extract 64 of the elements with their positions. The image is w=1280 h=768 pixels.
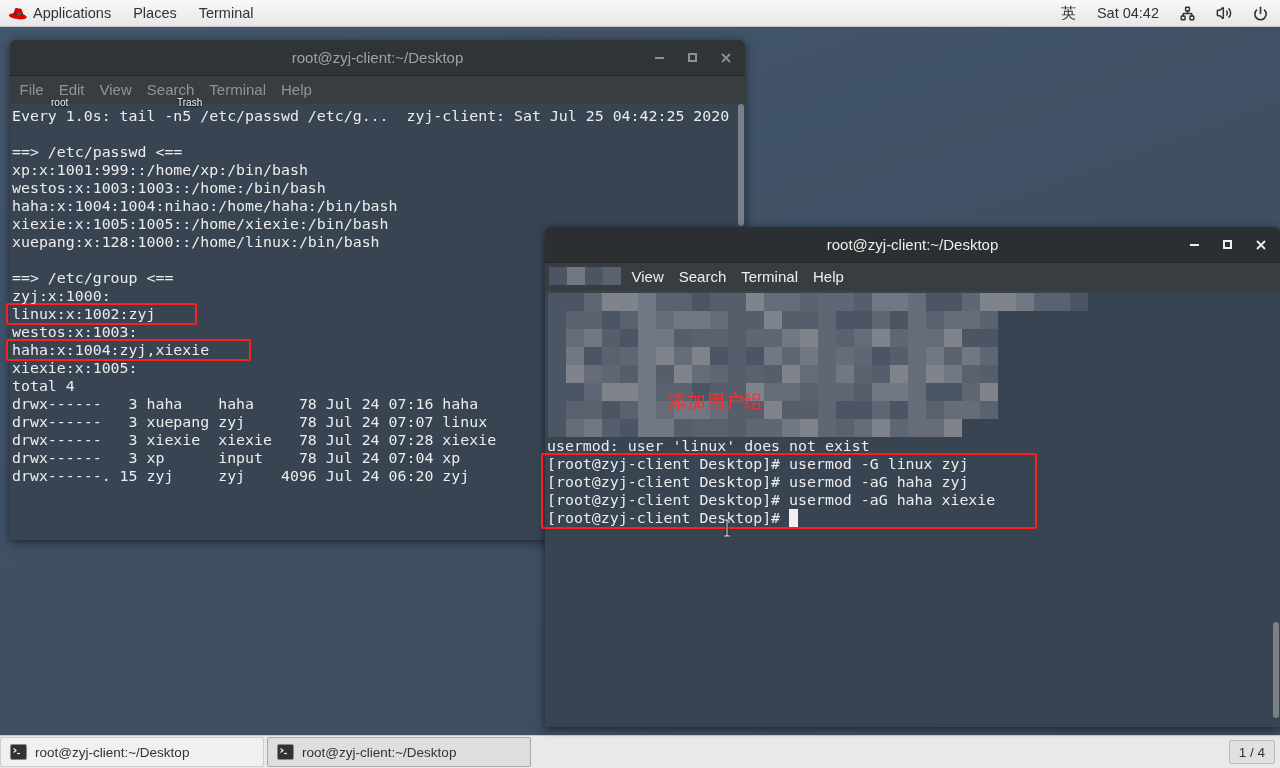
desktop-icon-label: Trash: [177, 98, 203, 107]
menu-item[interactable]: Terminal: [201, 82, 274, 98]
terminal-line: westos:x:1003:1003::/home:/bin/bash: [12, 179, 326, 197]
task-title: root@zyj-client:~/Desktop: [35, 744, 190, 760]
terminal-icon: [277, 744, 294, 760]
volume-icon[interactable]: [1216, 5, 1232, 21]
terminal-line: drwx------ 3 xuepang zyj 78 Jul 24 07:07 linux: [12, 413, 488, 431]
window-title: root@zyj-client:~/Desktop: [826, 236, 999, 253]
menu-item[interactable]: Search: [671, 269, 734, 285]
taskbar-button[interactable]: root@zyj-client:~/Desktop: [0, 737, 264, 767]
terminal-line: xuepang:x:128:1000::/home/linux:/bin/bash: [12, 233, 380, 251]
terminal-line: usermod: user 'linux' does not exist: [547, 437, 870, 455]
menu-item[interactable]: View: [624, 269, 672, 285]
maximize-icon: [688, 53, 697, 62]
terminal-line: drwx------ 3 haha haha 78 Jul 24 07:16 haha: [12, 395, 479, 413]
maximize-icon: [1223, 240, 1232, 249]
taskbar-button[interactable]: root@zyj-client:~/Desktop: [267, 737, 531, 767]
workspace-switcher[interactable]: 1 / 4: [1228, 740, 1275, 764]
terminal-icon: [10, 744, 27, 760]
hat-icon: [8, 6, 28, 20]
mosaic-drawing: [549, 267, 621, 287]
desktop-icon-label: root: [51, 98, 69, 107]
menu-item[interactable]: View: [92, 82, 140, 98]
menu-item[interactable]: Help: [273, 82, 320, 98]
terminal-line: ==> /etc/passwd <==: [12, 143, 183, 161]
clock[interactable]: Sat 04:42: [1096, 4, 1159, 22]
window-title: root@zyj-client:~/Desktop: [291, 49, 464, 66]
close-icon: [1255, 239, 1266, 250]
menu-item[interactable]: Edit: [51, 82, 93, 98]
terminal-line: ==> /etc/group <==: [12, 269, 174, 287]
terminal-line: zyj:x:1000:: [12, 287, 111, 305]
terminal-line: drwx------. 15 zyj zyj 4096 Jul 24 06:20 zyj: [12, 467, 470, 485]
menu-item[interactable]: Help: [805, 269, 852, 285]
top-menu-item[interactable]: Applications: [33, 4, 112, 22]
terminal-line: [root@zyj-client Desktop]# usermod -aG haha zyj: [547, 473, 969, 491]
close-icon: [720, 52, 731, 63]
terminal-line: [root@zyj-client Desktop]# usermod -G linux zyj: [547, 455, 969, 473]
terminal-line: [root@zyj-client Desktop]# usermod -aG haha xiexie: [547, 491, 996, 509]
terminal-line: drwx------ 3 xp input 78 Jul 24 07:04 xp: [12, 449, 461, 467]
terminal-line: drwx------ 3 xiexie xiexie 78 Jul 24 07:28 xiexie: [12, 431, 497, 449]
top-menu-item[interactable]: Terminal: [198, 4, 254, 22]
menu-item[interactable]: Search: [139, 82, 202, 98]
input-method-indicator[interactable]: 英: [1060, 4, 1076, 22]
scrollbar-thumb[interactable]: [738, 104, 744, 227]
network-icon[interactable]: [1180, 5, 1195, 21]
terminal-line: xp:x:1001:999::/home/xp:/bin/bash: [12, 161, 308, 179]
task-title: root@zyj-client:~/Desktop: [302, 744, 457, 760]
terminal-line: haha:x:1004:1004:nihao:/home/haha:/bin/bash: [12, 197, 398, 215]
menu-item[interactable]: File: [12, 82, 52, 98]
scrollbar-thumb[interactable]: [1273, 622, 1279, 719]
minimize-icon: [655, 56, 664, 59]
terminal-line: xiexie:x:1005:1005::/home/xiexie:/bin/bash: [12, 215, 389, 233]
power-icon[interactable]: [1253, 5, 1268, 21]
terminal-line: westos:x:1003:: [12, 323, 138, 341]
annotation-text: 添加用户组: [668, 390, 763, 412]
terminal-line: total 4: [12, 377, 75, 395]
terminal-line: Every 1.0s: tail -n5 /etc/passwd /etc/g... zyj-client: Sat Jul 25 04:42:25 2020: [12, 107, 730, 125]
menu-item[interactable]: Terminal: [733, 269, 806, 285]
minimize-icon: [1190, 243, 1199, 246]
terminal-line: [root@zyj-client Desktop]#: [547, 509, 781, 527]
terminal-line: xiexie:x:1005:: [12, 359, 138, 377]
top-menu-item[interactable]: Places: [133, 4, 177, 22]
terminal-line: linux:x:1002:zyj: [12, 305, 156, 323]
terminal-line: haha:x:1004:zyj,xiexie: [12, 341, 210, 359]
